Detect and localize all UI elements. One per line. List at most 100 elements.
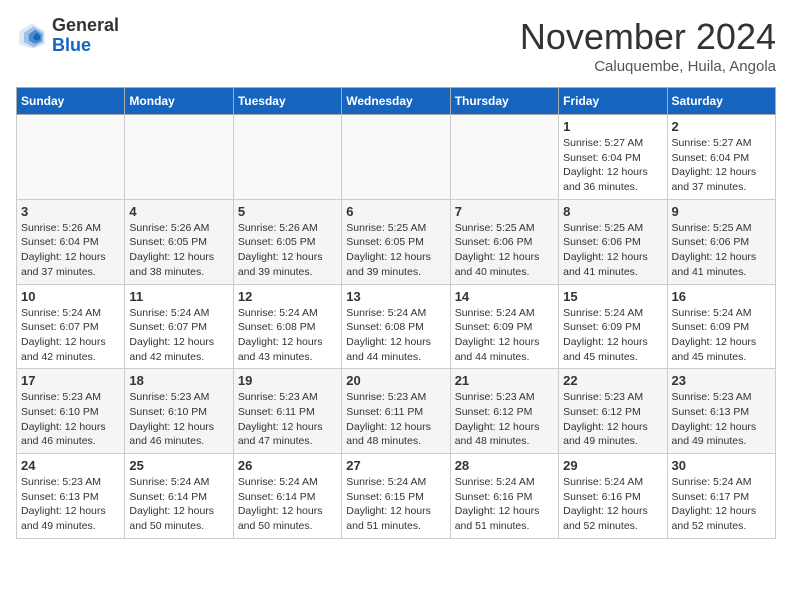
day-info: Sunrise: 5:25 AM Sunset: 6:06 PM Dayligh… [455,221,554,280]
day-number: 28 [455,458,554,473]
day-number: 21 [455,373,554,388]
day-info: Sunrise: 5:24 AM Sunset: 6:15 PM Dayligh… [346,475,445,534]
calendar-cell: 11 Sunrise: 5:24 AM Sunset: 6:07 PM Dayli… [125,284,233,369]
day-number: 13 [346,289,445,304]
day-info: Sunrise: 5:23 AM Sunset: 6:11 PM Dayligh… [346,390,445,449]
calendar-cell: 14Sunrise: 5:24 AM Sunset: 6:09 PM Dayli… [450,284,558,369]
calendar-cell: 21 Sunrise: 5:23 AM Sunset: 6:12 PM Dayli… [450,369,558,454]
day-info: Sunrise: 5:24 AM Sunset: 6:07 PM Dayligh… [21,306,120,365]
day-number: 1 [563,119,662,134]
day-info: Sunrise: 5:23 AM Sunset: 6:10 PM Dayligh… [129,390,228,449]
day-number: 18 [129,373,228,388]
day-number: 15 [563,289,662,304]
calendar-cell: 1Sunrise: 5:27 AM Sunset: 6:04 PM Daylig… [559,115,667,200]
weekday-header-friday: Friday [559,88,667,115]
day-number: 26 [238,458,337,473]
day-info: Sunrise: 5:23 AM Sunset: 6:13 PM Dayligh… [672,390,771,449]
weekday-header-thursday: Thursday [450,88,558,115]
day-number: 27 [346,458,445,473]
calendar-cell: 6 Sunrise: 5:25 AM Sunset: 6:05 PM Daylig… [342,199,450,284]
calendar-cell: 17Sunrise: 5:23 AM Sunset: 6:10 PM Dayli… [17,369,125,454]
day-number: 10 [21,289,120,304]
day-number: 8 [563,204,662,219]
day-info: Sunrise: 5:26 AM Sunset: 6:05 PM Dayligh… [129,221,228,280]
calendar-cell: 8 Sunrise: 5:25 AM Sunset: 6:06 PM Daylig… [559,199,667,284]
day-number: 16 [672,289,771,304]
day-info: Sunrise: 5:24 AM Sunset: 6:16 PM Dayligh… [563,475,662,534]
weekday-header-monday: Monday [125,88,233,115]
day-number: 20 [346,373,445,388]
day-info: Sunrise: 5:23 AM Sunset: 6:13 PM Dayligh… [21,475,120,534]
calendar-cell: 12Sunrise: 5:24 AM Sunset: 6:08 PM Dayli… [233,284,341,369]
weekday-header-saturday: Saturday [667,88,775,115]
day-number: 12 [238,289,337,304]
calendar-cell [125,115,233,200]
month-title: November 2024 [520,16,776,58]
day-info: Sunrise: 5:24 AM Sunset: 6:09 PM Dayligh… [563,306,662,365]
day-info: Sunrise: 5:26 AM Sunset: 6:04 PM Dayligh… [21,221,120,280]
day-number: 30 [672,458,771,473]
weekday-header-row: SundayMondayTuesdayWednesdayThursdayFrid… [17,88,776,115]
logo-icon [16,20,48,52]
weekday-header-tuesday: Tuesday [233,88,341,115]
day-number: 25 [129,458,228,473]
day-number: 2 [672,119,771,134]
day-number: 5 [238,204,337,219]
day-number: 9 [672,204,771,219]
day-info: Sunrise: 5:23 AM Sunset: 6:12 PM Dayligh… [455,390,554,449]
calendar-cell: 16Sunrise: 5:24 AM Sunset: 6:09 PM Dayli… [667,284,775,369]
calendar-cell: 5 Sunrise: 5:26 AM Sunset: 6:05 PM Daylig… [233,199,341,284]
day-number: 19 [238,373,337,388]
day-info: Sunrise: 5:27 AM Sunset: 6:04 PM Dayligh… [672,136,771,195]
day-info: Sunrise: 5:24 AM Sunset: 6:14 PM Dayligh… [238,475,337,534]
day-info: Sunrise: 5:24 AM Sunset: 6:09 PM Dayligh… [455,306,554,365]
day-info: Sunrise: 5:24 AM Sunset: 6:08 PM Dayligh… [346,306,445,365]
day-number: 3 [21,204,120,219]
calendar-cell: 25 Sunrise: 5:24 AM Sunset: 6:14 PM Dayli… [125,454,233,539]
day-info: Sunrise: 5:25 AM Sunset: 6:06 PM Dayligh… [563,221,662,280]
calendar-cell: 28 Sunrise: 5:24 AM Sunset: 6:16 PM Dayli… [450,454,558,539]
calendar-cell: 9Sunrise: 5:25 AM Sunset: 6:06 PM Daylig… [667,199,775,284]
week-row-4: 17 Sunrise: 5:23 AM Sunset: 6:10 PM Dayli… [17,369,776,454]
day-info: Sunrise: 5:23 AM Sunset: 6:11 PM Dayligh… [238,390,337,449]
page-header: General Blue November 2024 Caluquembe, H… [16,16,776,75]
week-row-5: 24 Sunrise: 5:23 AM Sunset: 6:13 PM Dayli… [17,454,776,539]
day-number: 17 [21,373,120,388]
weekday-header-sunday: Sunday [17,88,125,115]
location: Caluquembe, Huila, Angola [520,58,776,75]
week-row-2: 3 Sunrise: 5:26 AM Sunset: 6:04 PM Daylig… [17,199,776,284]
calendar-cell: 13 Sunrise: 5:24 AM Sunset: 6:08 PM Dayli… [342,284,450,369]
day-number: 11 [129,289,228,304]
day-number: 24 [21,458,120,473]
day-info: Sunrise: 5:24 AM Sunset: 6:14 PM Dayligh… [129,475,228,534]
calendar-cell: 19 Sunrise: 5:23 AM Sunset: 6:11 PM Dayli… [233,369,341,454]
calendar-cell: 24 Sunrise: 5:23 AM Sunset: 6:13 PM Dayli… [17,454,125,539]
day-info: Sunrise: 5:24 AM Sunset: 6:17 PM Dayligh… [672,475,771,534]
logo-blue-text: Blue [52,35,91,55]
calendar-cell: 29 Sunrise: 5:24 AM Sunset: 6:16 PM Dayli… [559,454,667,539]
week-row-3: 10 Sunrise: 5:24 AM Sunset: 6:07 PM Dayli… [17,284,776,369]
day-info: Sunrise: 5:24 AM Sunset: 6:07 PM Dayligh… [129,306,228,365]
calendar-cell: 22 Sunrise: 5:23 AM Sunset: 6:12 PM Dayli… [559,369,667,454]
day-number: 6 [346,204,445,219]
title-block: November 2024 Caluquembe, Huila, Angola [520,16,776,75]
calendar-cell: 18 Sunrise: 5:23 AM Sunset: 6:10 PM Dayli… [125,369,233,454]
calendar-cell [342,115,450,200]
day-info: Sunrise: 5:23 AM Sunset: 6:12 PM Dayligh… [563,390,662,449]
calendar-cell: 4Sunrise: 5:26 AM Sunset: 6:05 PM Daylig… [125,199,233,284]
day-number: 29 [563,458,662,473]
calendar-cell: 3 Sunrise: 5:26 AM Sunset: 6:04 PM Daylig… [17,199,125,284]
day-number: 7 [455,204,554,219]
calendar-cell: 23Sunrise: 5:23 AM Sunset: 6:13 PM Dayli… [667,369,775,454]
day-number: 22 [563,373,662,388]
calendar-cell: 15 Sunrise: 5:24 AM Sunset: 6:09 PM Dayli… [559,284,667,369]
calendar-cell [17,115,125,200]
calendar-cell [233,115,341,200]
day-info: Sunrise: 5:25 AM Sunset: 6:05 PM Dayligh… [346,221,445,280]
day-info: Sunrise: 5:24 AM Sunset: 6:16 PM Dayligh… [455,475,554,534]
logo-general-text: General [52,15,119,35]
day-info: Sunrise: 5:26 AM Sunset: 6:05 PM Dayligh… [238,221,337,280]
weekday-header-wednesday: Wednesday [342,88,450,115]
calendar-cell: 27 Sunrise: 5:24 AM Sunset: 6:15 PM Dayli… [342,454,450,539]
calendar-cell: 26 Sunrise: 5:24 AM Sunset: 6:14 PM Dayli… [233,454,341,539]
